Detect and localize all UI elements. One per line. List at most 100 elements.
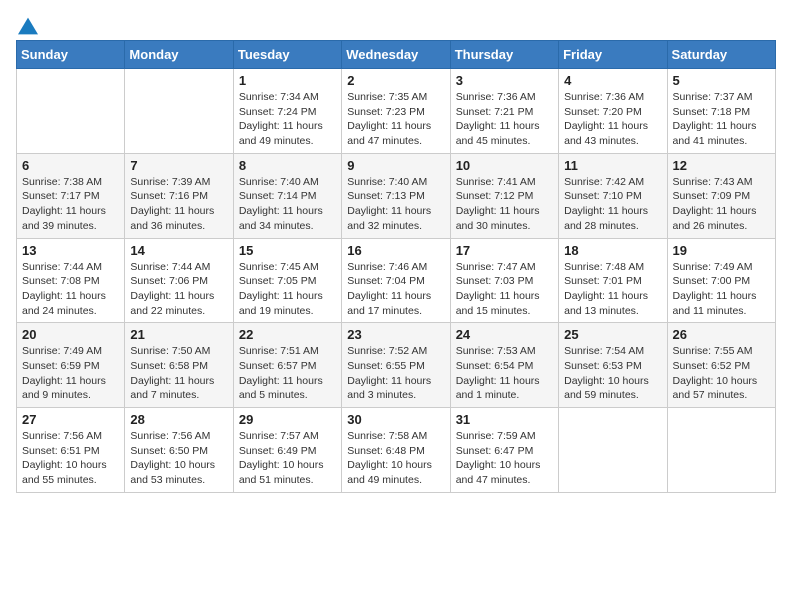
cell-info: Sunrise: 7:44 AMSunset: 7:06 PMDaylight:… xyxy=(130,260,227,319)
day-number: 23 xyxy=(347,327,444,342)
calendar-cell: 2 Sunrise: 7:35 AMSunset: 7:23 PMDaylight… xyxy=(342,69,450,154)
calendar-cell: 15Sunrise: 7:45 AMSunset: 7:05 PMDayligh… xyxy=(233,238,341,323)
cell-info: Sunrise: 7:49 AMSunset: 7:00 PMDaylight:… xyxy=(673,260,770,319)
calendar-cell: 12 Sunrise: 7:43 AMSunset: 7:09 PMDayligh… xyxy=(667,153,775,238)
calendar-cell: 7Sunrise: 7:39 AMSunset: 7:16 PMDaylight… xyxy=(125,153,233,238)
calendar-cell: 14 Sunrise: 7:44 AMSunset: 7:06 PMDayligh… xyxy=(125,238,233,323)
day-number: 19 xyxy=(673,243,770,258)
day-number: 6 xyxy=(22,158,119,173)
calendar-cell: 1Sunrise: 7:34 AMSunset: 7:24 PMDaylight… xyxy=(233,69,341,154)
calendar-cell: 10 Sunrise: 7:41 AMSunset: 7:12 PMDayligh… xyxy=(450,153,558,238)
calendar-cell xyxy=(559,408,667,493)
calendar-cell: 5 Sunrise: 7:37 AMSunset: 7:18 PMDaylight… xyxy=(667,69,775,154)
week-row-5: 27 Sunrise: 7:56 AMSunset: 6:51 PMDayligh… xyxy=(17,408,776,493)
day-number: 12 xyxy=(673,158,770,173)
day-number: 8 xyxy=(239,158,336,173)
cell-info: Sunrise: 7:50 AMSunset: 6:58 PMDaylight:… xyxy=(130,344,227,403)
cell-info: Sunrise: 7:36 AMSunset: 7:21 PMDaylight:… xyxy=(456,90,553,149)
cell-info: Sunrise: 7:56 AMSunset: 6:51 PMDaylight:… xyxy=(22,429,119,488)
cell-info: Sunrise: 7:52 AMSunset: 6:55 PMDaylight:… xyxy=(347,344,444,403)
cell-info: Sunrise: 7:56 AMSunset: 6:50 PMDaylight:… xyxy=(130,429,227,488)
calendar-cell: 18 Sunrise: 7:48 AMSunset: 7:01 PMDayligh… xyxy=(559,238,667,323)
cell-info: Sunrise: 7:38 AMSunset: 7:17 PMDaylight:… xyxy=(22,175,119,234)
calendar-cell: 17 Sunrise: 7:47 AMSunset: 7:03 PMDayligh… xyxy=(450,238,558,323)
cell-info: Sunrise: 7:34 AMSunset: 7:24 PMDaylight:… xyxy=(239,90,336,149)
calendar-cell: 9Sunrise: 7:40 AMSunset: 7:13 PMDaylight… xyxy=(342,153,450,238)
column-header-sunday: Sunday xyxy=(17,41,125,69)
calendar-cell: 23 Sunrise: 7:52 AMSunset: 6:55 PMDayligh… xyxy=(342,323,450,408)
calendar-cell: 31 Sunrise: 7:59 AMSunset: 6:47 PMDayligh… xyxy=(450,408,558,493)
calendar-header: SundayMondayTuesdayWednesdayThursdayFrid… xyxy=(17,41,776,69)
column-header-friday: Friday xyxy=(559,41,667,69)
week-row-2: 6 Sunrise: 7:38 AMSunset: 7:17 PMDaylight… xyxy=(17,153,776,238)
cell-info: Sunrise: 7:37 AMSunset: 7:18 PMDaylight:… xyxy=(673,90,770,149)
calendar-cell: 3 Sunrise: 7:36 AMSunset: 7:21 PMDaylight… xyxy=(450,69,558,154)
calendar-cell: 29 Sunrise: 7:57 AMSunset: 6:49 PMDayligh… xyxy=(233,408,341,493)
calendar-cell: 6 Sunrise: 7:38 AMSunset: 7:17 PMDaylight… xyxy=(17,153,125,238)
cell-info: Sunrise: 7:53 AMSunset: 6:54 PMDaylight:… xyxy=(456,344,553,403)
day-number: 25 xyxy=(564,327,661,342)
column-header-thursday: Thursday xyxy=(450,41,558,69)
day-number: 22 xyxy=(239,327,336,342)
cell-info: Sunrise: 7:44 AMSunset: 7:08 PMDaylight:… xyxy=(22,260,119,319)
calendar-cell: 26 Sunrise: 7:55 AMSunset: 6:52 PMDayligh… xyxy=(667,323,775,408)
day-number: 10 xyxy=(456,158,553,173)
calendar-cell: 28 Sunrise: 7:56 AMSunset: 6:50 PMDayligh… xyxy=(125,408,233,493)
cell-info: Sunrise: 7:40 AMSunset: 7:14 PMDaylight:… xyxy=(239,175,336,234)
cell-info: Sunrise: 7:57 AMSunset: 6:49 PMDaylight:… xyxy=(239,429,336,488)
week-row-3: 13 Sunrise: 7:44 AMSunset: 7:08 PMDayligh… xyxy=(17,238,776,323)
logo xyxy=(16,16,38,30)
day-number: 31 xyxy=(456,412,553,427)
column-header-tuesday: Tuesday xyxy=(233,41,341,69)
cell-info: Sunrise: 7:59 AMSunset: 6:47 PMDaylight:… xyxy=(456,429,553,488)
day-number: 13 xyxy=(22,243,119,258)
column-header-saturday: Saturday xyxy=(667,41,775,69)
day-number: 29 xyxy=(239,412,336,427)
cell-info: Sunrise: 7:43 AMSunset: 7:09 PMDaylight:… xyxy=(673,175,770,234)
cell-info: Sunrise: 7:36 AMSunset: 7:20 PMDaylight:… xyxy=(564,90,661,149)
day-number: 14 xyxy=(130,243,227,258)
cell-info: Sunrise: 7:41 AMSunset: 7:12 PMDaylight:… xyxy=(456,175,553,234)
day-number: 17 xyxy=(456,243,553,258)
day-number: 15 xyxy=(239,243,336,258)
calendar-cell: 8 Sunrise: 7:40 AMSunset: 7:14 PMDaylight… xyxy=(233,153,341,238)
column-header-monday: Monday xyxy=(125,41,233,69)
day-number: 11 xyxy=(564,158,661,173)
cell-info: Sunrise: 7:46 AMSunset: 7:04 PMDaylight:… xyxy=(347,260,444,319)
day-number: 26 xyxy=(673,327,770,342)
cell-info: Sunrise: 7:54 AMSunset: 6:53 PMDaylight:… xyxy=(564,344,661,403)
column-header-wednesday: Wednesday xyxy=(342,41,450,69)
calendar-cell: 20Sunrise: 7:49 AMSunset: 6:59 PMDayligh… xyxy=(17,323,125,408)
calendar-cell: 4 Sunrise: 7:36 AMSunset: 7:20 PMDaylight… xyxy=(559,69,667,154)
day-number: 30 xyxy=(347,412,444,427)
day-number: 3 xyxy=(456,73,553,88)
cell-info: Sunrise: 7:35 AMSunset: 7:23 PMDaylight:… xyxy=(347,90,444,149)
cell-info: Sunrise: 7:48 AMSunset: 7:01 PMDaylight:… xyxy=(564,260,661,319)
week-row-1: 1Sunrise: 7:34 AMSunset: 7:24 PMDaylight… xyxy=(17,69,776,154)
day-number: 4 xyxy=(564,73,661,88)
calendar-cell: 22 Sunrise: 7:51 AMSunset: 6:57 PMDayligh… xyxy=(233,323,341,408)
day-number: 27 xyxy=(22,412,119,427)
day-number: 2 xyxy=(347,73,444,88)
calendar-cell: 27 Sunrise: 7:56 AMSunset: 6:51 PMDayligh… xyxy=(17,408,125,493)
calendar-cell: 30Sunrise: 7:58 AMSunset: 6:48 PMDayligh… xyxy=(342,408,450,493)
week-row-4: 20Sunrise: 7:49 AMSunset: 6:59 PMDayligh… xyxy=(17,323,776,408)
day-number: 9 xyxy=(347,158,444,173)
calendar-cell xyxy=(17,69,125,154)
cell-info: Sunrise: 7:55 AMSunset: 6:52 PMDaylight:… xyxy=(673,344,770,403)
page-header xyxy=(16,16,776,30)
cell-info: Sunrise: 7:51 AMSunset: 6:57 PMDaylight:… xyxy=(239,344,336,403)
calendar-table: SundayMondayTuesdayWednesdayThursdayFrid… xyxy=(16,40,776,493)
cell-info: Sunrise: 7:47 AMSunset: 7:03 PMDaylight:… xyxy=(456,260,553,319)
calendar-cell: 13 Sunrise: 7:44 AMSunset: 7:08 PMDayligh… xyxy=(17,238,125,323)
day-number: 28 xyxy=(130,412,227,427)
day-number: 24 xyxy=(456,327,553,342)
calendar-cell: 19 Sunrise: 7:49 AMSunset: 7:00 PMDayligh… xyxy=(667,238,775,323)
calendar-cell: 25 Sunrise: 7:54 AMSunset: 6:53 PMDayligh… xyxy=(559,323,667,408)
logo-icon xyxy=(18,16,38,36)
cell-info: Sunrise: 7:42 AMSunset: 7:10 PMDaylight:… xyxy=(564,175,661,234)
day-number: 18 xyxy=(564,243,661,258)
cell-info: Sunrise: 7:49 AMSunset: 6:59 PMDaylight:… xyxy=(22,344,119,403)
day-number: 5 xyxy=(673,73,770,88)
calendar-cell: 24 Sunrise: 7:53 AMSunset: 6:54 PMDayligh… xyxy=(450,323,558,408)
